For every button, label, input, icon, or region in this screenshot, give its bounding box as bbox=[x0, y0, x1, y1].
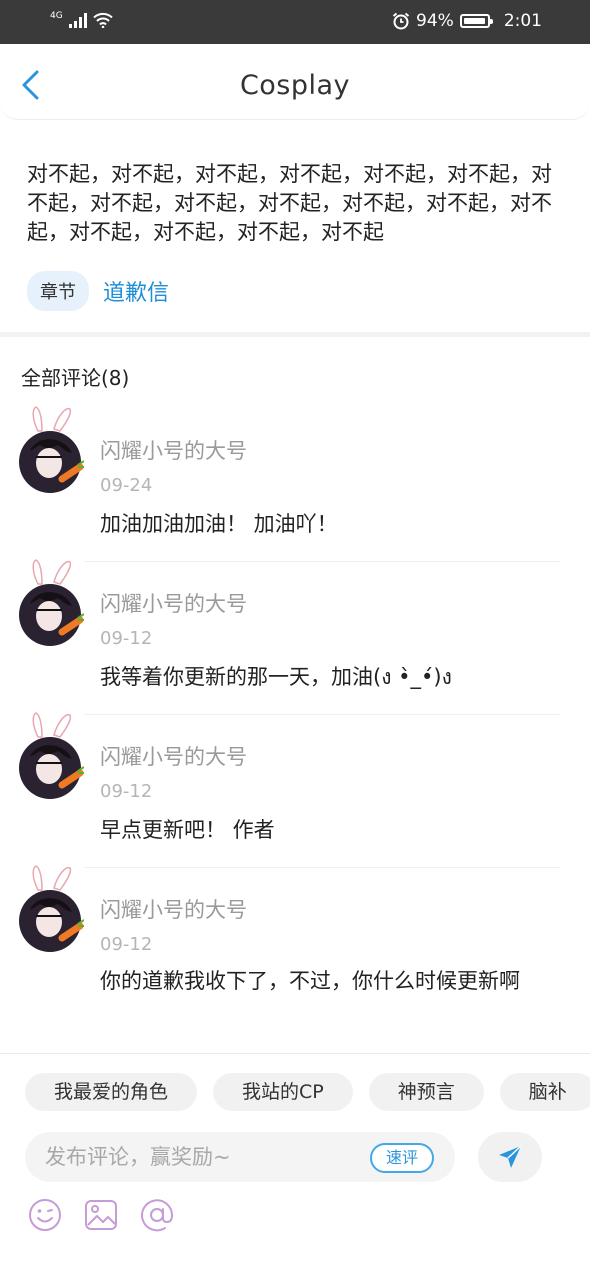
clock: 2:01 bbox=[503, 11, 542, 31]
topic-chip[interactable]: 我站的CP bbox=[213, 1073, 353, 1111]
wifi-icon bbox=[93, 12, 113, 28]
comment-divider bbox=[84, 561, 560, 562]
comment-username[interactable]: 闪耀小号的大号 bbox=[100, 741, 247, 771]
comment-composer: 我最爱的角色 我站的CP 神预言 脑补 速评 bbox=[0, 1053, 590, 1280]
post-tags: 章节 道歉信 bbox=[27, 271, 169, 311]
quick-comment-button[interactable]: 速评 bbox=[369, 1143, 434, 1173]
battery-percent: 94% bbox=[416, 11, 454, 31]
status-left: 4G bbox=[50, 10, 113, 28]
post-content: 对不起，对不起，对不起，对不起，对不起，对不起，对不起，对不起，对不起，对不起，… bbox=[27, 162, 552, 244]
avatar[interactable] bbox=[18, 864, 85, 952]
comment-username[interactable]: 闪耀小号的大号 bbox=[100, 435, 247, 465]
comment-input[interactable] bbox=[45, 1132, 365, 1182]
battery-icon bbox=[459, 14, 493, 28]
topic-chips: 我最爱的角色 我站的CP 神预言 脑补 bbox=[25, 1073, 590, 1111]
topic-chip[interactable]: 神预言 bbox=[368, 1073, 484, 1111]
page-title: Cosplay bbox=[239, 70, 351, 101]
avatar[interactable] bbox=[18, 405, 85, 493]
emoji-icon[interactable] bbox=[27, 1197, 63, 1233]
section-divider bbox=[0, 332, 590, 337]
comment-divider bbox=[84, 867, 560, 868]
comment-divider bbox=[84, 714, 560, 715]
comment-username[interactable]: 闪耀小号的大号 bbox=[100, 588, 247, 618]
avatar[interactable] bbox=[18, 558, 85, 646]
comment-text: 我等着你更新的那一天，加油(ง •̀_•́)ง bbox=[100, 665, 452, 689]
avatar[interactable] bbox=[18, 711, 85, 799]
comment-date: 09-12 bbox=[100, 934, 153, 955]
comment-date: 09-12 bbox=[100, 781, 153, 802]
chapter-tag: 章节 bbox=[27, 271, 89, 311]
comment-username[interactable]: 闪耀小号的大号 bbox=[100, 894, 247, 924]
status-bar: 4G 94% 2:01 bbox=[0, 0, 590, 44]
signal-icon bbox=[68, 12, 87, 28]
comment-text: 早点更新吧！ 作者 bbox=[100, 818, 275, 842]
alarm-icon bbox=[392, 12, 410, 30]
send-button[interactable] bbox=[478, 1132, 542, 1182]
status-right: 94% 2:01 bbox=[392, 11, 542, 31]
topic-chip[interactable]: 我最爱的角色 bbox=[25, 1073, 198, 1111]
comment-date: 09-24 bbox=[100, 475, 153, 496]
comment-text: 你的道歉我收下了，不过，你什么时候更新啊 bbox=[100, 969, 520, 993]
network-type: 4G bbox=[50, 10, 63, 21]
comment-text: 加油加油加油！ 加油吖！ bbox=[100, 512, 338, 536]
comments-header: 全部评论(8) bbox=[21, 366, 130, 390]
top-nav: Cosplay bbox=[0, 44, 590, 120]
chapter-link[interactable]: 道歉信 bbox=[103, 275, 169, 307]
comment-input-wrapper: 速评 bbox=[25, 1132, 455, 1182]
comment-date: 09-12 bbox=[100, 628, 153, 649]
send-icon bbox=[499, 1145, 522, 1168]
topic-chip[interactable]: 脑补 bbox=[499, 1073, 590, 1111]
composer-tools bbox=[27, 1197, 175, 1233]
image-icon[interactable] bbox=[83, 1197, 119, 1233]
at-icon[interactable] bbox=[139, 1197, 175, 1233]
